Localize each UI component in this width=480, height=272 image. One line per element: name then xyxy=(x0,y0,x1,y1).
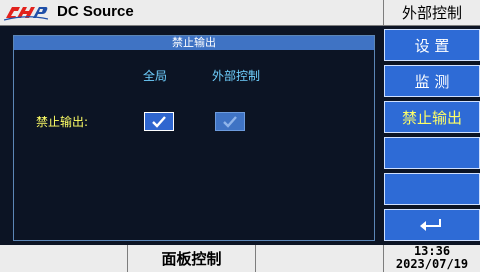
softkey-monitor[interactable]: 监 测 xyxy=(384,65,480,97)
softkey-return[interactable] xyxy=(384,209,480,241)
output-inhibit-panel: 禁止输出 全局 外部控制 禁止输出: xyxy=(13,35,375,241)
panel-control-status: 面板控制 xyxy=(127,245,255,272)
return-arrow-icon xyxy=(420,219,441,231)
app-title: DC Source xyxy=(57,3,134,20)
checkbox-external-control[interactable] xyxy=(215,112,245,131)
status-cell-3 xyxy=(255,245,383,272)
title-bar: DC Source 外部控制 xyxy=(0,0,480,26)
status-cell-1 xyxy=(0,245,127,272)
softkey-output-inhibit[interactable]: 禁止输出 xyxy=(384,101,480,133)
checkmark-icon xyxy=(152,115,166,128)
softkey-empty-2[interactable] xyxy=(384,173,480,205)
brand-logo xyxy=(4,7,48,21)
checkbox-all[interactable] xyxy=(144,112,174,131)
clock-date: 2023/07/19 xyxy=(395,257,469,271)
control-mode-indicator: 外部控制 xyxy=(383,0,480,25)
row-label-output-inhibit: 禁止输出: xyxy=(36,115,89,129)
checkmark-icon xyxy=(223,115,237,128)
main-area: 禁止输出 全局 外部控制 禁止输出: xyxy=(3,27,381,243)
status-bar: 面板控制 13:36 2023/07/19 xyxy=(0,245,480,272)
softkey-empty-1[interactable] xyxy=(384,137,480,169)
softkey-settings[interactable]: 设 置 xyxy=(384,29,480,61)
column-label-external: 外部控制 xyxy=(212,69,261,83)
panel-title: 禁止输出 xyxy=(14,36,374,50)
column-label-all: 全局 xyxy=(143,69,168,83)
clock: 13:36 2023/07/19 xyxy=(383,245,480,272)
softkey-sidebar: 设 置 监 测 禁止输出 xyxy=(383,28,480,244)
